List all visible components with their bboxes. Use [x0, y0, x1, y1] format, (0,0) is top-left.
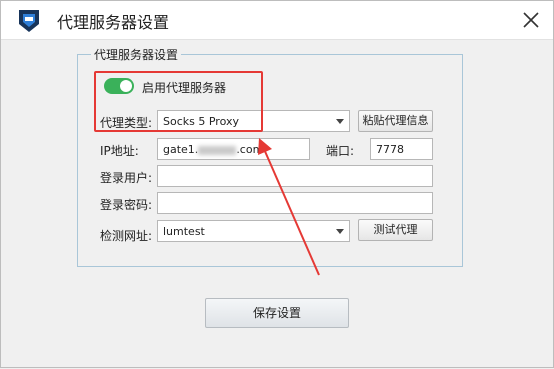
proxy-settings-window: 代理服务器设置 代理服务器设置 启用代理服务器 代理类型: Socks 5 Pr…	[0, 0, 554, 368]
annotation-arrow	[258, 138, 320, 276]
